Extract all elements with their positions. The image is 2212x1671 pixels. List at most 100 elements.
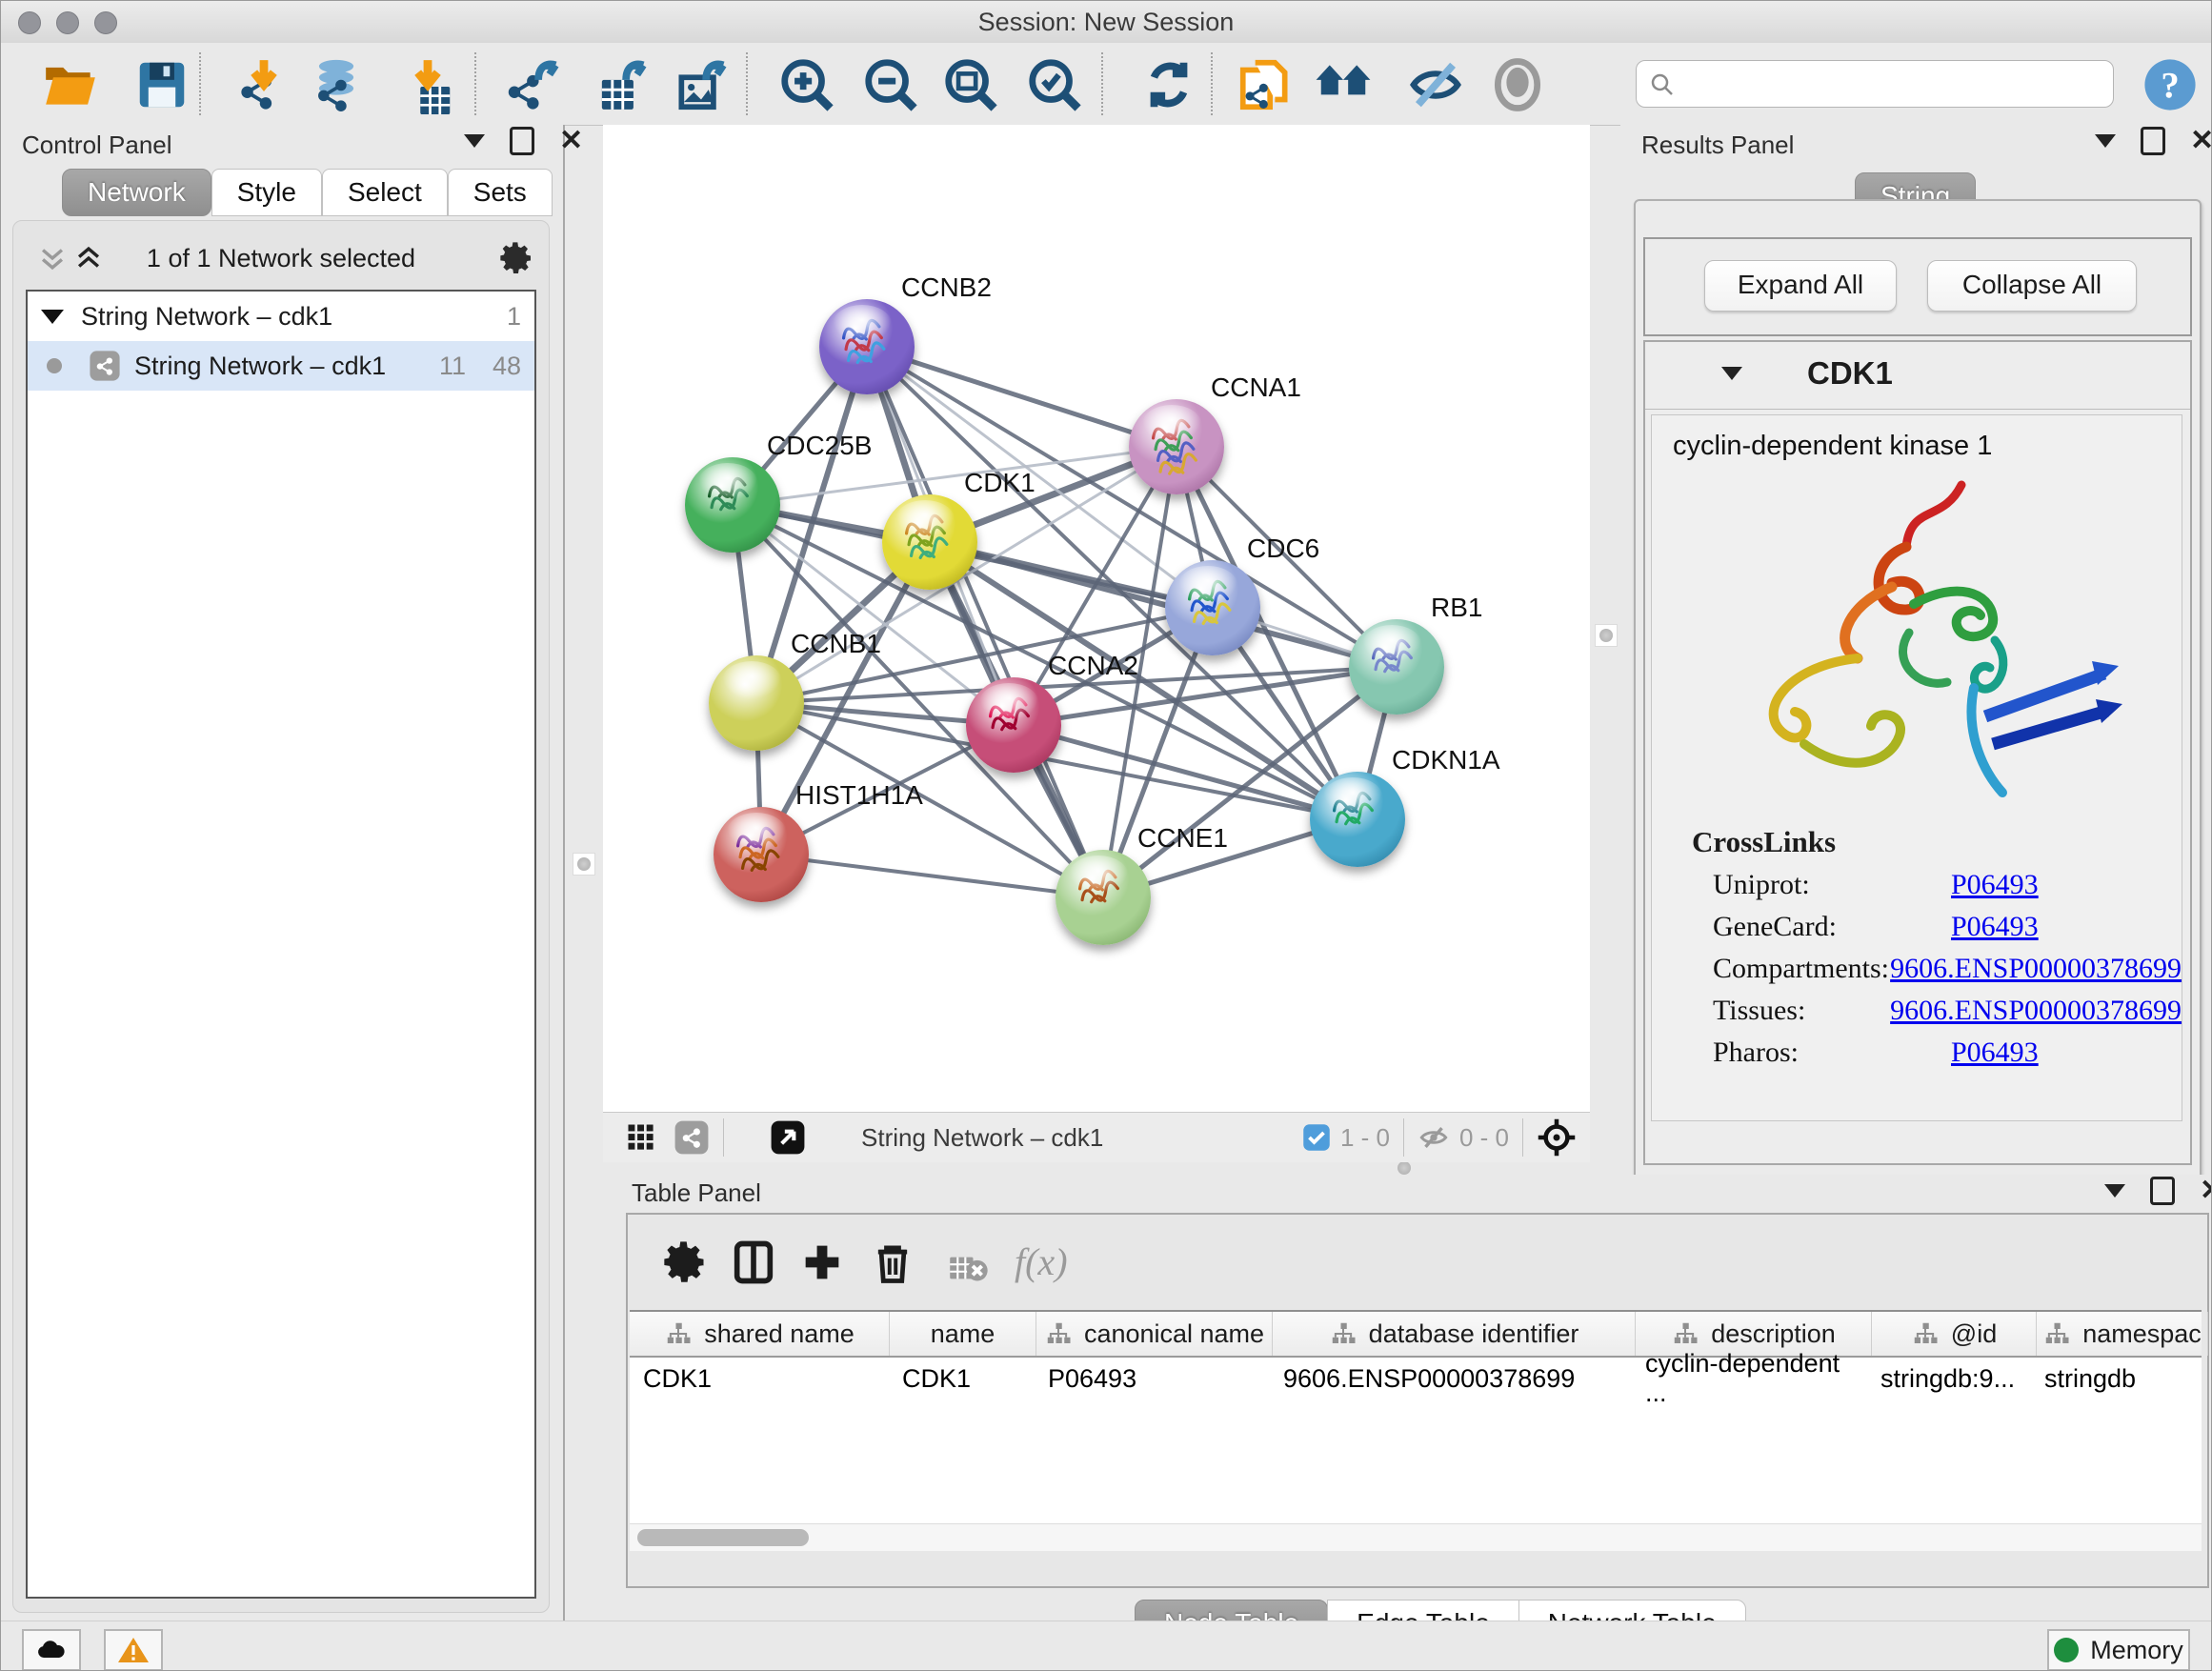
table-cell: 9606.ENSP00000378699	[1270, 1356, 1632, 1401]
status-bar: Memory	[1, 1621, 2211, 1671]
column-settings-icon[interactable]	[660, 1238, 710, 1287]
help-icon[interactable]: ?	[2142, 57, 2198, 112]
collapse-panel-icon[interactable]	[464, 134, 485, 148]
zoom-out-icon[interactable]	[861, 55, 920, 114]
table-cell: CDK1	[889, 1356, 1035, 1401]
copy-style-icon[interactable]	[1236, 55, 1295, 114]
zoom-selected-icon[interactable]	[1025, 55, 1084, 114]
first-neighbors-icon[interactable]	[1314, 55, 1373, 114]
column-header-canonical-name[interactable]: canonical name	[1036, 1312, 1273, 1356]
network-node-cdkn1a[interactable]	[1310, 772, 1405, 867]
float-panel-icon[interactable]	[2141, 127, 2165, 155]
network-view-canvas[interactable]: CCNB2CCNA1CDC25BCDK1CDC6RB1CCNB1CCNA2CDK…	[603, 125, 1590, 1112]
zoom-fit-icon[interactable]	[941, 55, 1000, 114]
toolbar-separator	[1101, 52, 1103, 115]
node-result-header[interactable]: CDK1	[1645, 342, 2190, 410]
import-network-icon[interactable]	[234, 55, 293, 114]
export-image-icon[interactable]	[672, 55, 731, 114]
table-panel-title: Table Panel	[632, 1178, 761, 1208]
tree-row[interactable]: String Network – cdk11148	[28, 341, 534, 391]
network-node-ccne1[interactable]	[1056, 850, 1151, 945]
protein-structure-image	[1671, 471, 2147, 814]
column-type-icon	[1911, 1319, 1940, 1348]
network-node-hist1h1a[interactable]	[714, 807, 809, 902]
table-cell: stringdb:9...	[1867, 1356, 2031, 1401]
crosslink-link[interactable]: 9606.ENSP00000378699	[1890, 995, 2182, 1027]
table-row[interactable]: CDK1CDK1P064939606.ENSP00000378699cyclin…	[630, 1356, 2202, 1401]
network-node-cdc6[interactable]	[1165, 560, 1260, 655]
network-node-ccna1[interactable]	[1129, 399, 1224, 494]
delete-column-icon[interactable]	[868, 1238, 917, 1287]
tab-network[interactable]: Network	[62, 169, 211, 216]
results-panel-title: Results Panel	[1641, 131, 1794, 160]
crosslink-link[interactable]: P06493	[1951, 1037, 2039, 1069]
float-panel-icon[interactable]	[2150, 1177, 2175, 1205]
column-header--id[interactable]: @id	[1872, 1312, 2037, 1356]
open-in-browser-icon[interactable]	[770, 1119, 806, 1156]
cytoscape-window: Session: New Session ? Control Panel ✕ N…	[0, 0, 2212, 1671]
table-cell: cyclin-dependent ...	[1632, 1356, 1867, 1401]
table-cell: CDK1	[630, 1356, 889, 1401]
left-splitter-grip[interactable]	[573, 853, 595, 876]
column-header-name[interactable]: name	[890, 1312, 1036, 1356]
collapse-panel-icon[interactable]	[2095, 134, 2116, 148]
network-collection-label: String Network – cdk1	[81, 302, 332, 332]
title-bar: Session: New Session	[1, 1, 2211, 44]
selected-checkbox-icon[interactable]	[1302, 1123, 1331, 1152]
network-node-ccnb1[interactable]	[709, 655, 804, 751]
crosslink-link[interactable]: P06493	[1951, 869, 2039, 901]
network-node-ccna2[interactable]	[966, 677, 1061, 773]
crosslink-link[interactable]: 9606.ENSP00000378699	[1890, 953, 2182, 985]
split-view-icon[interactable]	[729, 1238, 778, 1287]
column-header-shared-name[interactable]: shared name	[630, 1312, 890, 1356]
crosslink-link[interactable]: P06493	[1951, 911, 2039, 943]
float-panel-icon[interactable]	[510, 127, 534, 155]
refresh-layout-icon[interactable]	[1139, 55, 1198, 114]
tab-select[interactable]: Select	[322, 169, 448, 216]
hide-selected-icon[interactable]	[1406, 55, 1465, 114]
table-horizontal-scrollbar[interactable]	[630, 1523, 2202, 1551]
export-network-icon[interactable]	[504, 55, 563, 114]
bottom-splitter-grip[interactable]	[1394, 1162, 1415, 1174]
node-count: 11	[439, 352, 466, 381]
birds-eye-grid-icon[interactable]	[624, 1120, 658, 1155]
memory-button[interactable]: Memory	[2047, 1629, 2190, 1671]
column-header-label: namespac	[2082, 1319, 2202, 1349]
import-database-icon[interactable]	[307, 55, 366, 114]
node-gloss	[722, 661, 781, 699]
collapse-all-button[interactable]: Collapse All	[1927, 260, 2137, 312]
fit-selected-crosshair-icon[interactable]	[1537, 1117, 1577, 1158]
scrollbar-thumb[interactable]	[637, 1529, 809, 1546]
network-options-gear-icon[interactable]	[497, 239, 535, 277]
tab-sets[interactable]: Sets	[448, 169, 553, 216]
collapse-panel-icon[interactable]	[2104, 1184, 2125, 1198]
open-session-icon[interactable]	[41, 55, 100, 114]
close-panel-icon[interactable]: ✕	[2200, 1179, 2212, 1202]
expand-all-button[interactable]: Expand All	[1704, 260, 1897, 312]
show-all-icon[interactable]	[1488, 55, 1547, 114]
network-node-rb1[interactable]	[1349, 619, 1444, 715]
tree-row[interactable]: String Network – cdk11	[28, 292, 534, 341]
collapse-section-icon[interactable]	[1721, 367, 1742, 380]
node-gloss	[1178, 566, 1237, 604]
add-column-icon[interactable]	[797, 1238, 847, 1287]
close-panel-icon[interactable]: ✕	[559, 130, 583, 152]
separator	[1522, 1118, 1523, 1157]
import-table-icon[interactable]	[398, 55, 457, 114]
cloud-button[interactable]	[22, 1629, 81, 1671]
column-header-namespac[interactable]: namespac	[2037, 1312, 2208, 1356]
column-header-database-identifier[interactable]: database identifier	[1273, 1312, 1636, 1356]
search-input[interactable]	[1636, 60, 2114, 108]
collapse-triangle-icon[interactable]	[41, 310, 64, 324]
save-session-icon[interactable]	[132, 55, 191, 114]
network-node-cdc25b[interactable]	[685, 457, 780, 553]
close-panel-icon[interactable]: ✕	[2190, 130, 2212, 152]
network-node-cdk1[interactable]	[882, 494, 977, 590]
right-splitter-grip[interactable]	[1595, 624, 1618, 647]
tab-style[interactable]: Style	[211, 169, 322, 216]
zoom-in-icon[interactable]	[777, 55, 836, 114]
export-table-icon[interactable]	[592, 55, 651, 114]
warning-button[interactable]	[104, 1629, 163, 1671]
column-header-label: canonical name	[1084, 1319, 1264, 1349]
network-node-ccnb2[interactable]	[819, 299, 915, 394]
